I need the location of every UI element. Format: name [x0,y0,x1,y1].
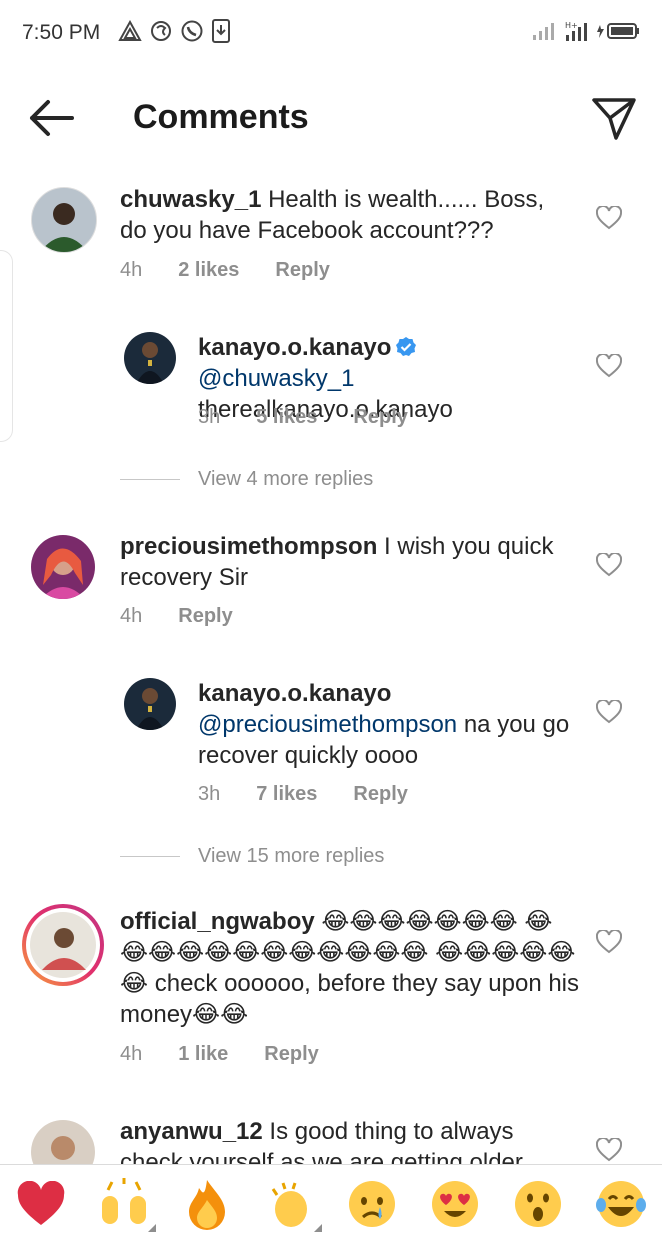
comment-username[interactable]: official_ngwaboy [120,908,315,935]
view-more-replies[interactable]: View 4 more replies [120,468,373,491]
download-icon [212,19,230,43]
reply-username[interactable]: kanayo.o.kanayo [198,680,391,707]
comment-text: chuwasky_1 Health is wealth...... Boss, … [120,184,560,246]
back-arrow-icon[interactable] [26,96,76,140]
comment-username[interactable]: preciousimethompson [120,533,377,560]
heart-icon[interactable] [596,1138,622,1162]
comment-time: 4h [120,1043,143,1065]
emoji-red-heart[interactable] [11,1174,71,1234]
avatar[interactable] [124,332,176,384]
comment-likes[interactable]: 2 likes [178,259,239,282]
story-avatar[interactable] [22,904,104,986]
whatsapp-icon [181,20,203,42]
comment-meta: 4h Reply [120,605,269,628]
reply-meta: 3h 5 likes Reply [198,406,444,429]
comment-time: 4h [120,605,143,627]
heart-icon[interactable] [596,354,622,378]
reply-button[interactable]: Reply [275,259,329,282]
view-more-replies[interactable]: View 15 more replies [120,845,384,868]
heart-icon[interactable] [596,206,622,230]
heart-icon[interactable] [596,553,622,577]
send-icon[interactable] [590,94,638,142]
mention-link[interactable]: @preciousimethompson [198,711,457,738]
emoji-run-1: 😂😂😂😂😂😂😂 [321,908,518,935]
reply-time: 3h [198,783,221,805]
comment-meta: 4h 1 like Reply [120,1043,355,1066]
reply-button[interactable]: Reply [264,1043,318,1066]
avatar[interactable] [124,678,176,730]
emoji-crying-face[interactable] [342,1174,402,1234]
signal-icon [533,23,554,40]
emoji-run-end: 😂😂 [192,1001,249,1028]
emoji-raising-hands[interactable] [94,1174,157,1234]
battery-icon [597,23,639,39]
view-more-label: View 15 more replies [198,845,385,867]
avatar[interactable] [31,535,95,599]
drive-icon [118,20,142,41]
comment-username[interactable]: anyanwu_12 [120,1118,263,1145]
status-bar: 7:50 PM H+ [0,0,662,66]
reply-likes[interactable]: 7 likes [256,783,317,806]
reply-meta: 3h 7 likes Reply [198,783,444,806]
signal-h-icon: H+ [565,21,587,41]
comment-text: anyanwu_12 Is good thing to always check… [120,1116,580,1164]
reply-button[interactable]: Reply [353,783,407,806]
emoji-tears-of-joy[interactable] [591,1174,651,1234]
emoji-heart-eyes[interactable] [425,1174,485,1234]
reply-button[interactable]: Reply [353,406,407,429]
comment-meta: 4h 2 likes Reply [120,259,366,282]
comment-body: check oooooo, before they say upon his m… [120,970,580,1028]
verified-badge-icon [396,337,417,356]
notification-icons [118,19,230,43]
comment-likes[interactable]: 1 like [178,1043,228,1066]
reply-text: kanayo.o.kanayo @preciousimethompson na … [198,678,578,771]
page-title: Comments [133,98,309,136]
heart-icon[interactable] [596,700,622,724]
comment-username[interactable]: chuwasky_1 [120,186,261,213]
svg-text:H+: H+ [565,21,578,30]
reply-likes[interactable]: 5 likes [256,406,317,429]
emoji-fire[interactable] [177,1174,237,1234]
reply-time: 3h [198,406,221,428]
divider [120,856,180,857]
emoji-clapping-hands[interactable] [260,1174,322,1234]
status-time: 7:50 PM [22,21,101,44]
app-icon [151,21,171,41]
emoji-reaction-bar [0,1164,662,1243]
emoji-surprised-face[interactable] [508,1174,568,1234]
reply-username[interactable]: kanayo.o.kanayo [198,334,391,361]
side-panel-edge [0,250,13,442]
system-icons: H+ [532,20,640,42]
heart-icon[interactable] [596,930,622,954]
comment-text: preciousimethompson I wish you quick rec… [120,531,580,593]
comment-item: anyanwu_12 Is good thing to always check… [0,1110,662,1164]
comment-text: official_ngwaboy 😂😂😂😂😂😂😂 😂😂😂😂😂😂😂😂😂😂😂😂 😂😂… [120,906,580,1030]
header: Comments [0,70,662,166]
comment-time: 4h [120,259,143,281]
reply-button[interactable]: Reply [178,605,232,628]
view-more-label: View 4 more replies [198,468,374,490]
divider [120,479,180,480]
avatar[interactable] [31,1120,95,1164]
avatar[interactable] [31,187,97,253]
mention-link[interactable]: @chuwasky_1 [198,365,354,392]
